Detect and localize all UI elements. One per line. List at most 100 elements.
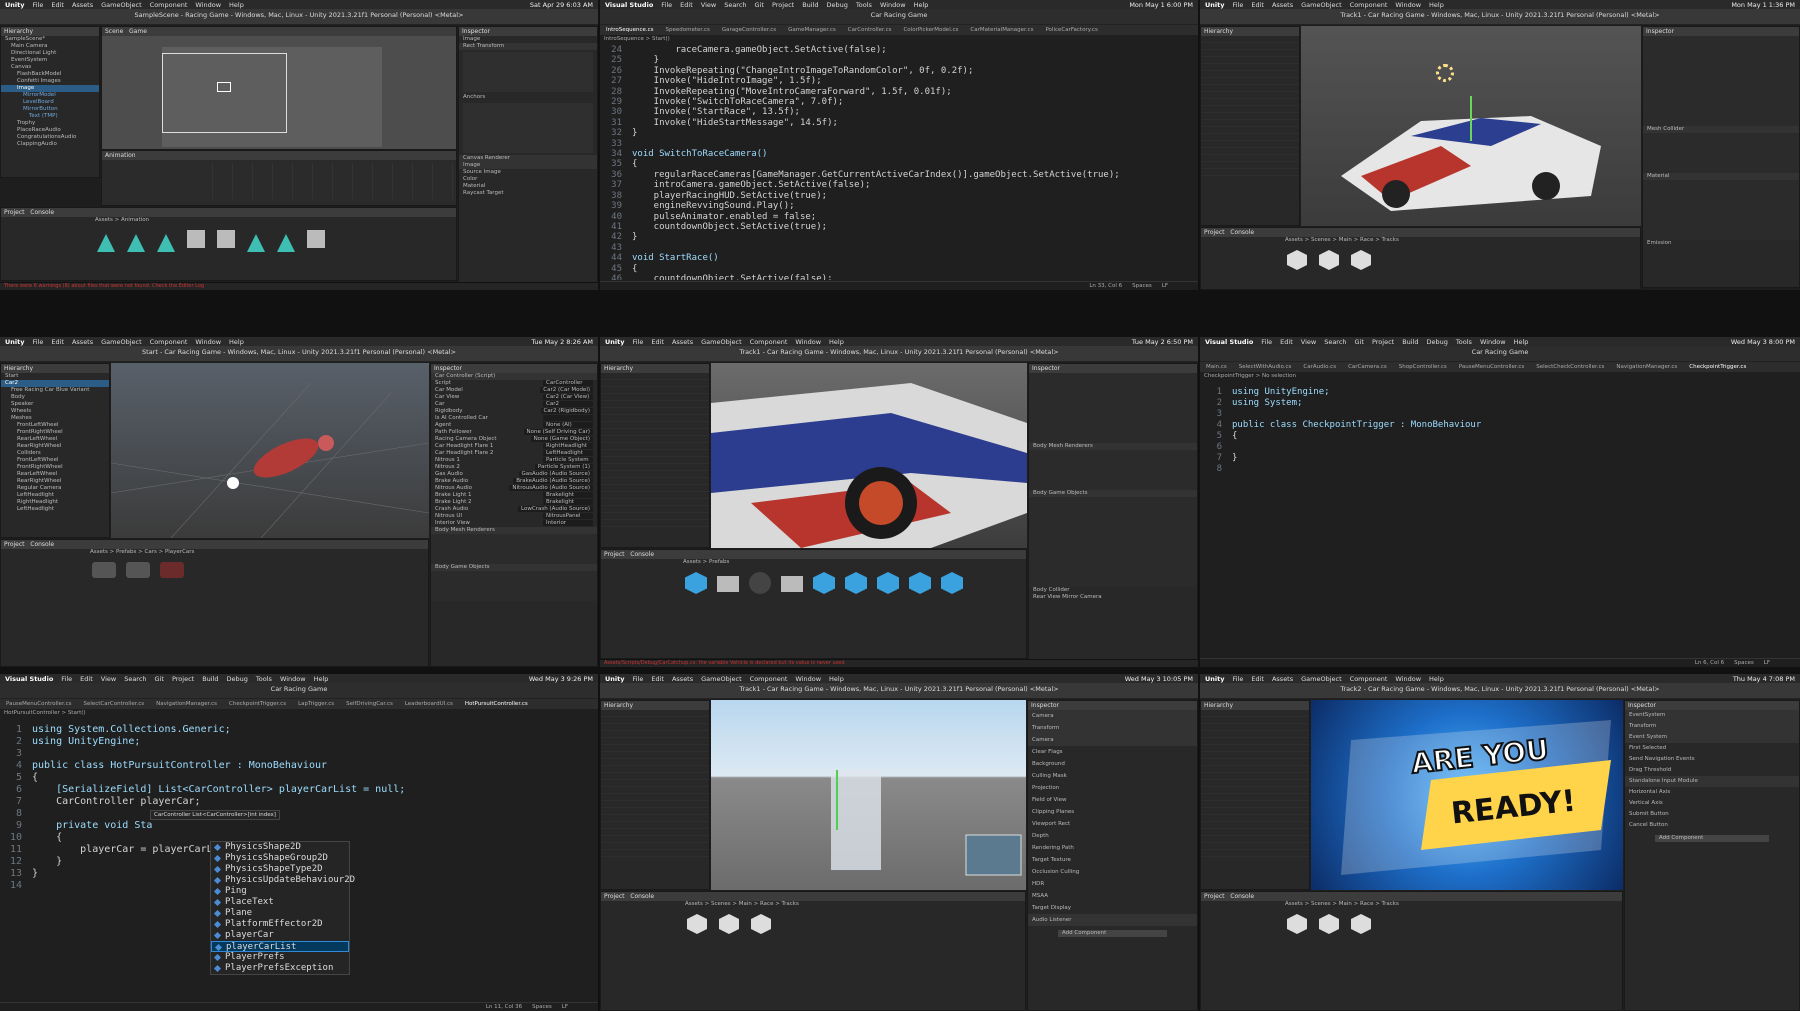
editor-tab[interactable]: SelectCheckController.cs: [1536, 364, 1604, 370]
car-closeup[interactable]: [711, 363, 1027, 548]
code-line[interactable]: 2 using UnityEngine;: [0, 736, 578, 748]
autocomplete-item[interactable]: playerCar: [211, 930, 349, 941]
component-name[interactable]: Image: [459, 36, 597, 43]
game-view[interactable]: ARE YOU READY!: [1311, 700, 1623, 890]
inspector-field[interactable]: Culling Mask: [1028, 770, 1197, 782]
menu-assets[interactable]: Assets: [672, 675, 693, 683]
menu-file[interactable]: File: [632, 338, 643, 346]
menu-file[interactable]: File: [32, 1, 43, 9]
editor-tab[interactable]: Speedometer.cs: [666, 27, 710, 33]
hierarchy-item[interactable]: FrontRightWheel: [1, 464, 109, 471]
menu-view[interactable]: View: [1301, 338, 1316, 346]
field-value[interactable]: [543, 415, 593, 421]
asset-anim-icon[interactable]: [97, 230, 115, 252]
line-ending[interactable]: LF: [562, 1004, 568, 1010]
code-line[interactable]: 6: [1200, 442, 1780, 453]
hierarchy-item[interactable]: MirrorButton: [1, 106, 99, 113]
inspector-field[interactable]: Transform: [1625, 721, 1799, 732]
hierarchy-item[interactable]: RearLeftWheel: [1, 471, 109, 478]
scene-view[interactable]: [111, 363, 429, 538]
code-line[interactable]: 29 Invoke("SwitchToRaceCamera", 7.0f);: [600, 97, 1188, 107]
menu-assets[interactable]: Assets: [72, 338, 93, 346]
inspector-field[interactable]: Path Follower None (Self Driving Car): [431, 429, 597, 436]
inspector-field[interactable]: Cancel Button: [1625, 820, 1799, 831]
hierarchy-item[interactable]: LeftHeadlight: [1, 492, 109, 499]
component-header[interactable]: Mesh Collider: [1643, 126, 1799, 133]
field-value[interactable]: Car2 (Car Model): [540, 387, 593, 393]
code-line[interactable]: 1 using System.Collections.Generic;: [0, 724, 578, 736]
editor-tab[interactable]: Main.cs: [1206, 364, 1227, 370]
field-value[interactable]: Car2: [543, 401, 593, 407]
menu-gameobject[interactable]: GameObject: [701, 338, 742, 346]
editor-tab[interactable]: CheckpointTrigger.cs: [1689, 364, 1746, 370]
menu-component[interactable]: Component: [150, 338, 188, 346]
code-line[interactable]: 3: [1200, 409, 1780, 420]
inspector-field[interactable]: MSAA: [1028, 890, 1197, 902]
editor-tab[interactable]: CarController.cs: [848, 27, 892, 33]
inspector-field[interactable]: Audio Listener: [1028, 914, 1197, 926]
inspector-field[interactable]: Brake Light 1 Brakelight: [431, 492, 597, 499]
field-value[interactable]: LeftHeadlight: [543, 450, 593, 456]
inspector-field[interactable]: Nitrous UI NitrousPanel: [431, 513, 597, 520]
code-line[interactable]: 4 public class CheckpointTrigger : MonoBe…: [1200, 420, 1780, 431]
menu-gameobject[interactable]: GameObject: [101, 1, 142, 9]
scene-asset-icon[interactable]: [1351, 914, 1371, 934]
editor-tab[interactable]: LapTrigger.cs: [298, 701, 334, 707]
hierarchy-item[interactable]: Text (TMP): [1, 113, 99, 120]
inspector-field[interactable]: Car Model Car2 (Car Model): [431, 387, 597, 394]
menu-gameobject[interactable]: GameObject: [701, 675, 742, 683]
hierarchy-item[interactable]: LevelBoard: [1, 99, 99, 106]
code-line[interactable]: 40 pulseAnimator.enabled = false;: [600, 212, 1188, 222]
field-value[interactable]: NitrousAudio (Audio Source): [509, 485, 593, 491]
menu-component[interactable]: Component: [1350, 675, 1388, 683]
code-line[interactable]: 45 {: [600, 264, 1188, 274]
line-ending[interactable]: LF: [1162, 283, 1168, 289]
autocomplete-item[interactable]: PlayerPrefsException: [211, 963, 349, 974]
scene-asset-icon[interactable]: [751, 914, 771, 934]
menu-project[interactable]: Project: [172, 675, 194, 683]
menu-file[interactable]: File: [32, 338, 43, 346]
hierarchy-list[interactable]: [601, 710, 709, 860]
hierarchy-item[interactable]: Colliders: [1, 450, 109, 457]
inspector-field[interactable]: Agent None (AI): [431, 422, 597, 429]
menu-assets[interactable]: Assets: [1272, 1, 1293, 9]
inspector-field[interactable]: Car Headlight Flare 1 RightHeadlight: [431, 443, 597, 450]
code-line[interactable]: 28 InvokeRepeating("MoveIntroCameraForwa…: [600, 87, 1188, 97]
field-value[interactable]: LowCrash (Audio Source): [518, 506, 593, 512]
menu-help[interactable]: Help: [914, 1, 929, 9]
hierarchy-item[interactable]: RearLeftWheel: [1, 436, 109, 443]
code-line[interactable]: 43: [600, 243, 1188, 253]
menu-git[interactable]: Git: [755, 1, 764, 9]
code-line[interactable]: 46 countdownObject.SetActive(false);: [600, 274, 1188, 280]
menu-help[interactable]: Help: [314, 675, 329, 683]
prefab-cube-icon[interactable]: [877, 572, 899, 594]
mac-app-name[interactable]: Visual Studio: [1205, 338, 1253, 346]
inspector-field[interactable]: Horizontal Axis: [1625, 787, 1799, 798]
code-line[interactable]: 32}: [600, 128, 1188, 138]
inspector-field[interactable]: Nitrous 1 Particle System: [431, 457, 597, 464]
autocomplete-item[interactable]: Ping: [211, 886, 349, 897]
menu-file[interactable]: File: [1232, 1, 1243, 9]
menu-git[interactable]: Git: [1355, 338, 1364, 346]
editor-tab[interactable]: NavigationManager.cs: [156, 701, 217, 707]
folder-icon[interactable]: [717, 576, 739, 592]
inspector-field[interactable]: Camera: [1028, 734, 1197, 746]
editor-tab[interactable]: CarAudio.cs: [1303, 364, 1336, 370]
hierarchy-item[interactable]: PlaceRaceAudio: [1, 127, 99, 134]
editor-tab[interactable]: HotPursuitController.cs: [465, 701, 528, 707]
inspector-field[interactable]: Clear Flags: [1028, 746, 1197, 758]
menu-project[interactable]: Project: [772, 1, 794, 9]
inspector-field[interactable]: EventSystem: [1625, 710, 1799, 721]
menu-view[interactable]: View: [101, 675, 116, 683]
hierarchy-item[interactable]: Free Racing Car Blue Variant: [1, 387, 109, 394]
prefab-cube-icon[interactable]: [941, 572, 963, 594]
scene-view[interactable]: [711, 700, 1026, 890]
inspector-field[interactable]: Event System: [1625, 732, 1799, 743]
inspector-field[interactable]: Car Headlight Flare 2 LeftHeadlight: [431, 450, 597, 457]
code-line[interactable]: 35 {: [600, 159, 1188, 169]
prefab-car-icon[interactable]: [749, 572, 771, 594]
section-header[interactable]: Body Mesh Renderers: [431, 527, 597, 534]
editor-tab[interactable]: PauseMenuController.cs: [1459, 364, 1524, 370]
inspector-field[interactable]: Transform: [1028, 722, 1197, 734]
menu-help[interactable]: Help: [1514, 338, 1529, 346]
